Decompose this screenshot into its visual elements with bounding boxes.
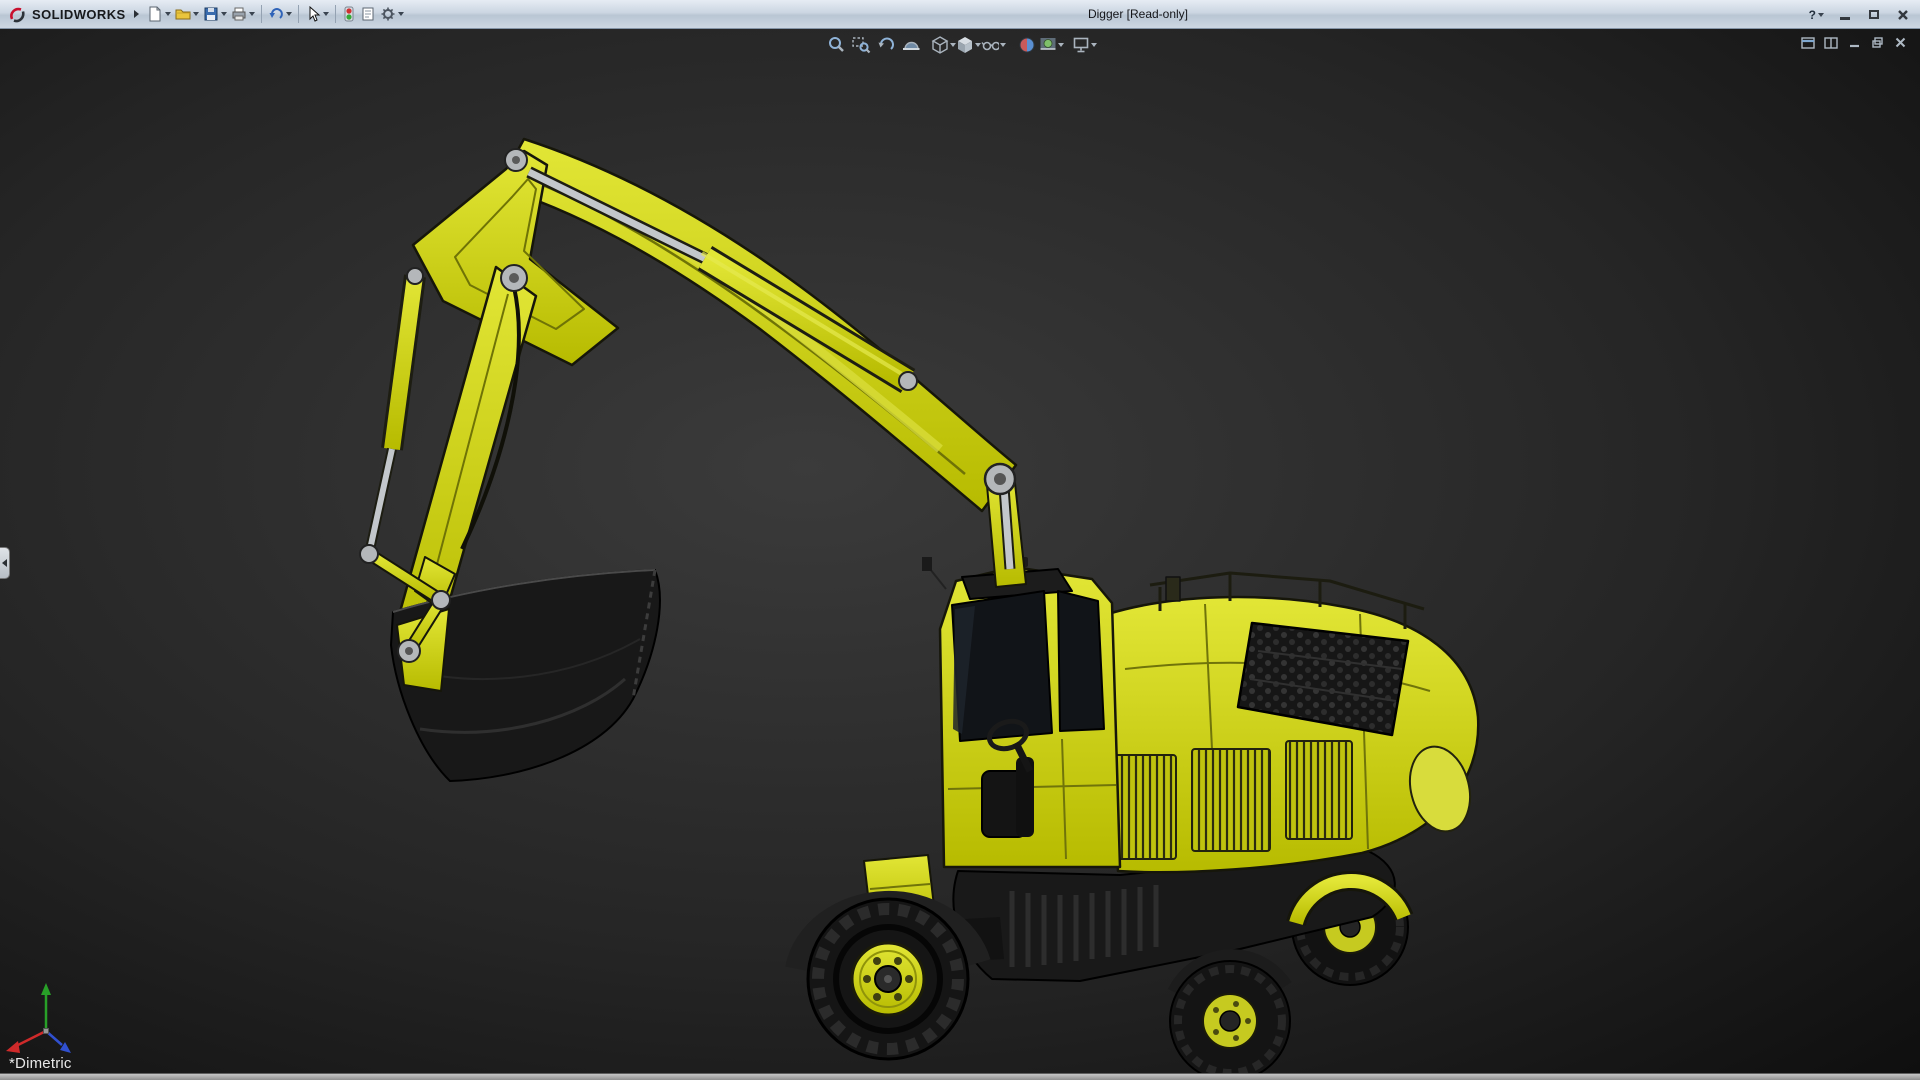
save-button[interactable]	[201, 3, 229, 26]
print-icon	[231, 6, 247, 22]
toolbar-separator	[261, 5, 262, 23]
panel-expand-tab[interactable]	[0, 547, 10, 579]
titlebar: SOLIDWORKS	[0, 0, 1920, 29]
options-button[interactable]	[378, 3, 406, 26]
zoom-to-fit-icon	[826, 35, 846, 55]
save-floppy-icon	[203, 6, 219, 22]
help-label: ?	[1809, 8, 1816, 22]
toolbar-separator	[298, 5, 299, 23]
section-view-button[interactable]	[898, 32, 923, 58]
doc-close-button[interactable]	[1891, 34, 1910, 51]
apply-scene-button[interactable]	[1039, 32, 1064, 58]
excavator-exhaust[interactable]	[1166, 577, 1180, 601]
select-button[interactable]	[303, 3, 331, 26]
options-dropdown-caret[interactable]	[398, 12, 404, 16]
doc-minimize-button[interactable]	[1845, 34, 1864, 51]
orientation-label: *Dimetric	[9, 1055, 72, 1072]
minimize-button[interactable]	[1831, 5, 1858, 24]
undo-dropdown-caret[interactable]	[286, 12, 292, 16]
maximize-button[interactable]	[1860, 5, 1887, 24]
excavator-wheel-front-far[interactable]	[1170, 958, 1290, 1073]
split-window-button[interactable]	[1822, 34, 1841, 51]
print-button[interactable]	[229, 3, 257, 26]
window-title: Digger [Read-only]	[1088, 7, 1188, 21]
doc-restore-icon	[1871, 36, 1884, 49]
open-folder-icon	[175, 6, 191, 22]
view-settings-dropdown-caret[interactable]	[1091, 43, 1097, 47]
help-button[interactable]: ?	[1804, 8, 1829, 22]
apply-scene-icon	[1039, 35, 1057, 55]
view-settings-monitor-icon	[1072, 35, 1090, 55]
new-window-button[interactable]	[1799, 34, 1818, 51]
hide-show-dropdown-caret[interactable]	[1000, 43, 1006, 47]
file-properties-icon	[360, 6, 376, 22]
hide-show-items-button[interactable]	[981, 32, 1006, 58]
doc-restore-button[interactable]	[1868, 34, 1887, 51]
new-window-icon	[1801, 36, 1816, 50]
new-dropdown-caret[interactable]	[165, 12, 171, 16]
brand-text: SOLIDWORKS	[32, 7, 126, 22]
new-button[interactable]	[145, 3, 173, 26]
print-dropdown-caret[interactable]	[249, 12, 255, 16]
status-bar	[0, 1073, 1920, 1080]
view-orientation-cube-icon	[931, 35, 949, 55]
close-icon	[1897, 9, 1909, 21]
solidworks-logo-icon	[8, 6, 28, 23]
hide-show-glasses-icon	[981, 35, 999, 55]
undo-arrow-icon	[268, 6, 284, 22]
new-document-icon	[147, 6, 163, 22]
select-dropdown-caret[interactable]	[323, 12, 329, 16]
solidworks-logo: SOLIDWORKS	[0, 6, 132, 23]
file-properties-button[interactable]	[358, 3, 378, 26]
excavator-mirror[interactable]	[922, 557, 932, 571]
excavator-cab[interactable]	[922, 557, 1120, 867]
open-dropdown-caret[interactable]	[193, 12, 199, 16]
view-orientation-button[interactable]	[931, 32, 956, 58]
heads-up-view-toolbar	[823, 31, 1097, 59]
panel-expand-arrow-icon	[2, 559, 7, 567]
toolbar-separator	[335, 5, 336, 23]
split-window-icon	[1824, 36, 1839, 50]
rebuild-stoplight-icon	[342, 6, 356, 22]
options-gear-icon	[380, 6, 396, 22]
edit-appearance-button[interactable]	[1014, 32, 1039, 58]
minimize-icon	[1840, 17, 1850, 20]
doc-minimize-icon	[1848, 36, 1861, 49]
edit-appearance-sphere-icon	[1018, 35, 1036, 55]
help-dropdown-caret[interactable]	[1818, 13, 1824, 17]
select-cursor-icon	[305, 6, 321, 22]
maximize-icon	[1869, 10, 1879, 19]
view-settings-button[interactable]	[1072, 32, 1097, 58]
model-canvas[interactable]	[0, 29, 1920, 1073]
section-view-icon	[901, 35, 921, 55]
close-button[interactable]	[1889, 5, 1916, 24]
open-button[interactable]	[173, 3, 201, 26]
doc-close-icon	[1894, 36, 1907, 49]
rebuild-button[interactable]	[340, 3, 358, 26]
zoom-to-fit-button[interactable]	[823, 32, 848, 58]
save-dropdown-caret[interactable]	[221, 12, 227, 16]
display-style-cube-icon	[956, 35, 974, 55]
zoom-to-area-icon	[851, 35, 871, 55]
menu-expand-arrow-icon[interactable]	[134, 10, 139, 18]
previous-view-icon	[876, 35, 896, 55]
undo-button[interactable]	[266, 3, 294, 26]
document-window-controls	[1799, 34, 1910, 51]
display-style-button[interactable]	[956, 32, 981, 58]
graphics-area[interactable]: *Dimetric	[0, 29, 1920, 1073]
previous-view-button[interactable]	[873, 32, 898, 58]
apply-scene-dropdown-caret[interactable]	[1058, 43, 1064, 47]
zoom-to-area-button[interactable]	[848, 32, 873, 58]
